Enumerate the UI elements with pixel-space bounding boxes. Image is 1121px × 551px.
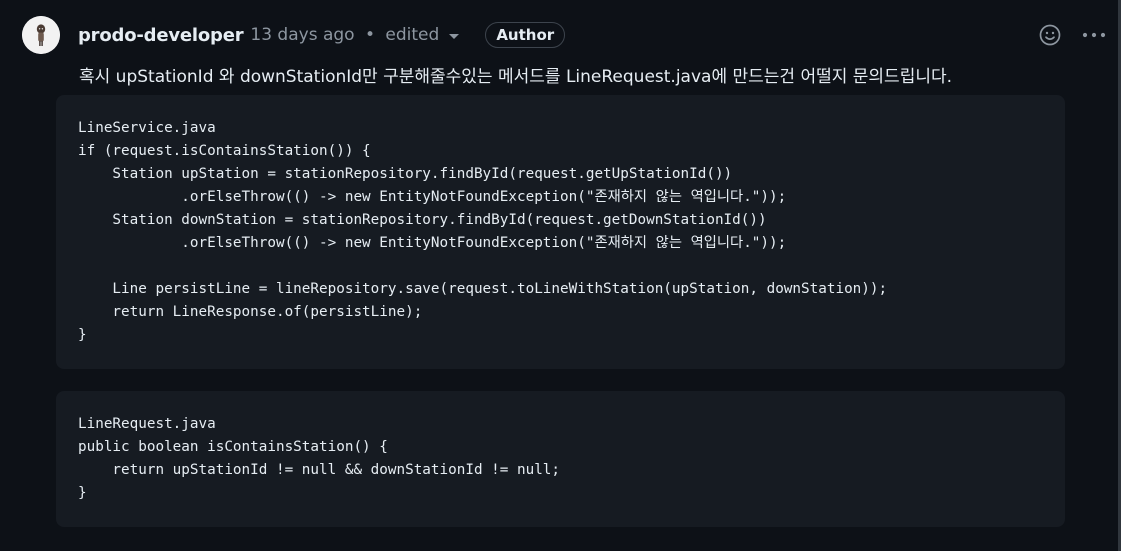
meta-separator: • bbox=[364, 25, 376, 45]
comment-menu-button[interactable] bbox=[1081, 22, 1107, 48]
code-content: LineRequest.java public boolean isContai… bbox=[78, 416, 561, 501]
kebab-menu-icon bbox=[1082, 32, 1106, 38]
code-block-line-request: LineRequest.java public boolean isContai… bbox=[56, 391, 1065, 527]
author-name[interactable]: prodo-developer bbox=[78, 25, 244, 46]
comment-header: prodo-developer 13 days ago • edited Aut… bbox=[22, 16, 1107, 54]
avatar[interactable] bbox=[22, 16, 60, 54]
smiley-icon bbox=[1039, 24, 1061, 46]
comment-meta: 13 days ago • edited bbox=[250, 25, 439, 45]
code-block-line-service: LineService.java if (request.isContainsS… bbox=[56, 95, 1065, 369]
comment: prodo-developer 13 days ago • edited Aut… bbox=[22, 16, 1107, 89]
comment-actions bbox=[1037, 22, 1107, 48]
add-reaction-button[interactable] bbox=[1037, 22, 1063, 48]
edit-history-dropdown-icon[interactable] bbox=[449, 34, 460, 39]
edited-label[interactable]: edited bbox=[385, 25, 439, 45]
code-content: LineService.java if (request.isContainsS… bbox=[78, 120, 888, 343]
comment-panel: prodo-developer 13 days ago • edited Aut… bbox=[0, 0, 1121, 551]
author-badge: Author bbox=[485, 22, 566, 48]
comment-timestamp[interactable]: 13 days ago bbox=[250, 25, 354, 45]
avatar-image bbox=[22, 16, 60, 54]
comment-body: 혹시 upStationId 와 downStationId만 구분해줄수있는 … bbox=[79, 67, 953, 87]
